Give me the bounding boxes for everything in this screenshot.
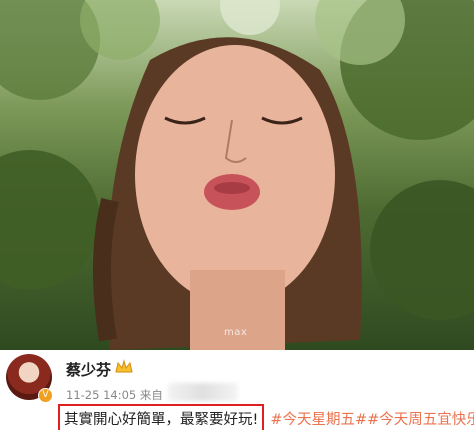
photo-illustration bbox=[0, 0, 474, 350]
post-card: V 蔡少芬 11-25 14:05 来自 其實開心好簡單，最緊要好玩! #今天星期… bbox=[0, 350, 474, 433]
post-text-row: 其實開心好簡單，最緊要好玩! #今天星期五##今天周五宜快乐 bbox=[58, 404, 474, 430]
verified-icon: V bbox=[38, 388, 53, 403]
post-timestamp: 11-25 14:05 来自 bbox=[66, 388, 163, 402]
watermark-text: max bbox=[224, 327, 248, 338]
member-crown-icon bbox=[115, 359, 133, 373]
post-text-highlighted: 其實開心好簡單，最緊要好玩! bbox=[58, 404, 265, 430]
hashtag-link[interactable]: #今天星期五##今天周五宜快乐 bbox=[270, 408, 474, 429]
blurred-source bbox=[168, 383, 238, 401]
post-photo[interactable]: max bbox=[0, 0, 474, 350]
username[interactable]: 蔡少芬 bbox=[66, 359, 111, 380]
